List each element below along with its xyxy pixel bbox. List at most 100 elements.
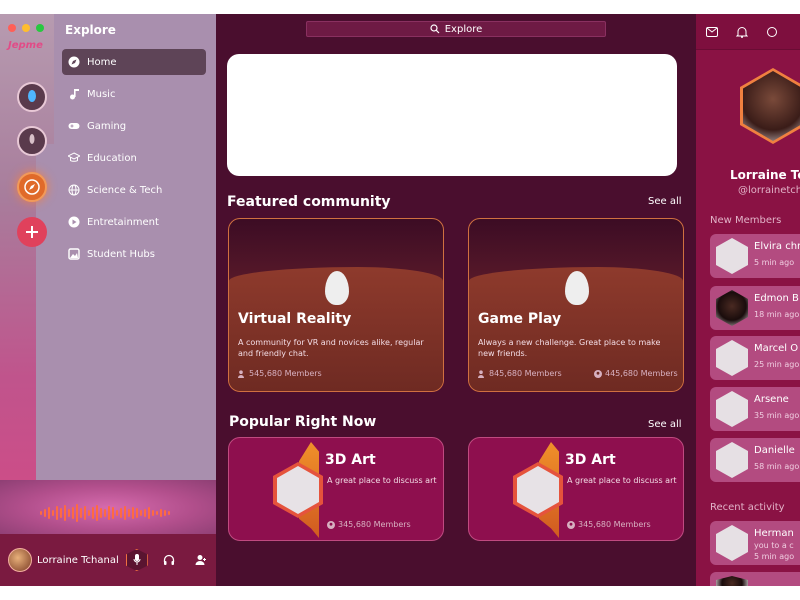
profile-handle: @lorrainetcha bbox=[738, 185, 800, 196]
waveform-bar bbox=[128, 509, 130, 517]
headphones-button[interactable] bbox=[158, 549, 180, 571]
server-avatar-music[interactable] bbox=[17, 82, 47, 112]
popular-card-3d-art-2[interactable]: 3D Art A great place to discuss art 345,… bbox=[468, 437, 684, 541]
user-bar: Lorraine Tchanal bbox=[0, 534, 216, 586]
popular-section-title: Popular Right Now bbox=[229, 414, 377, 430]
waveform-bar bbox=[56, 506, 58, 520]
avatar[interactable] bbox=[8, 548, 32, 572]
waveform-bar bbox=[80, 508, 82, 518]
card-title: Game Play bbox=[478, 311, 562, 327]
member-time: 5 min ago bbox=[754, 258, 795, 267]
popular-card-3d-art[interactable]: 3D Art A great place to discuss art 345,… bbox=[228, 437, 444, 541]
add-server-button[interactable] bbox=[17, 217, 47, 247]
sidebar-item-student-hubs[interactable]: Student Hubs bbox=[62, 241, 206, 267]
waveform-bar bbox=[88, 510, 90, 516]
search-placeholder: Explore bbox=[444, 23, 483, 35]
sidebar-item-label: Education bbox=[87, 152, 137, 164]
waveform-bar bbox=[60, 508, 62, 518]
member-avatar bbox=[716, 238, 748, 274]
user-settings-button[interactable] bbox=[190, 549, 212, 571]
waveform-bar bbox=[84, 506, 86, 520]
card-title: Virtual Reality bbox=[238, 311, 352, 327]
waveform-bar bbox=[132, 507, 134, 519]
member-name: Arsene bbox=[754, 394, 789, 405]
card-description: A great place to discuss art bbox=[327, 476, 437, 485]
search-bar[interactable]: Explore bbox=[306, 21, 606, 37]
member-avatar bbox=[716, 442, 748, 478]
waveform-bar bbox=[40, 511, 42, 515]
waveform-bar bbox=[136, 508, 138, 518]
close-window-button[interactable] bbox=[8, 24, 16, 32]
waveform-bar bbox=[152, 510, 154, 516]
profile-avatar[interactable] bbox=[740, 68, 800, 144]
voice-activity-panel bbox=[0, 480, 216, 536]
sidebar-item-science-tech[interactable]: Science & Tech bbox=[62, 177, 206, 203]
microphone-icon bbox=[28, 90, 36, 102]
member-time: 35 min ago bbox=[754, 411, 800, 420]
waveform-bar bbox=[76, 504, 78, 522]
sidebar-item-gaming[interactable]: Gaming bbox=[62, 113, 206, 139]
sidebar-nav: Home Music Gaming Education Science & Te… bbox=[54, 49, 216, 267]
explore-rail-button[interactable] bbox=[17, 172, 47, 202]
member-time: 58 min ago bbox=[754, 462, 800, 471]
community-card-virtual-reality[interactable]: Virtual Reality A community for VR and n… bbox=[228, 218, 444, 392]
online-count: 445,680 Members bbox=[594, 369, 678, 378]
activity-item[interactable] bbox=[710, 572, 800, 586]
waveform-bar bbox=[124, 506, 126, 520]
member-item[interactable]: Danielle 58 min ago bbox=[710, 438, 800, 482]
hero-banner[interactable] bbox=[227, 54, 677, 176]
community-card-game-play[interactable]: Game Play Always a new challenge. Great … bbox=[468, 218, 684, 392]
member-item[interactable]: Edmon B 18 min ago bbox=[710, 286, 800, 330]
waveform-bar bbox=[160, 509, 162, 517]
profile-panel: Lorraine Tch @lorrainetcha New Members E… bbox=[696, 14, 800, 586]
member-name: Edmon B bbox=[754, 293, 799, 304]
activity-name: Herman bbox=[754, 528, 794, 539]
bell-icon[interactable] bbox=[736, 26, 748, 38]
user-circle-icon bbox=[567, 520, 575, 529]
minimize-window-button[interactable] bbox=[22, 24, 30, 32]
featured-see-all-link[interactable]: See all bbox=[648, 196, 682, 207]
image-icon bbox=[68, 248, 80, 260]
game-controller-icon bbox=[565, 271, 589, 305]
member-name: Elvira chr bbox=[754, 241, 800, 252]
recent-activity-title: Recent activity bbox=[710, 502, 785, 513]
vr-headset-icon bbox=[325, 271, 349, 305]
card-description: Always a new challenge. Great place to m… bbox=[478, 338, 661, 358]
member-name: Marcel O bbox=[754, 343, 799, 354]
member-item[interactable]: Arsene 35 min ago bbox=[710, 387, 800, 431]
sidebar-item-music[interactable]: Music bbox=[62, 81, 206, 107]
server-avatar-podcast[interactable] bbox=[17, 126, 47, 156]
microphone-button[interactable] bbox=[125, 549, 148, 571]
member-time: 18 min ago bbox=[754, 310, 800, 319]
member-item[interactable]: Marcel O 25 min ago bbox=[710, 336, 800, 380]
member-count: 845,680 Members bbox=[478, 369, 562, 378]
sidebar-item-entertainment[interactable]: Entretainment bbox=[62, 209, 206, 235]
microphone-icon bbox=[29, 134, 35, 144]
waveform-bar bbox=[68, 509, 70, 517]
sidebar-item-education[interactable]: Education bbox=[62, 145, 206, 171]
member-item[interactable]: Elvira chr 5 min ago bbox=[710, 234, 800, 278]
waveform-bar bbox=[44, 509, 46, 517]
sidebar-item-label: Gaming bbox=[87, 120, 127, 132]
waveform-bar bbox=[144, 509, 146, 517]
member-count: 545,680 Members bbox=[238, 369, 322, 378]
music-note-icon bbox=[68, 88, 80, 100]
member-avatar bbox=[716, 290, 748, 326]
app-window: Jepme Explore Home Music Gaming Educatio… bbox=[0, 14, 800, 586]
popular-see-all-link[interactable]: See all bbox=[648, 419, 682, 430]
gamepad-icon bbox=[68, 120, 80, 132]
waveform-bar bbox=[48, 507, 50, 519]
waveform-bar bbox=[92, 507, 94, 519]
waveform-bar bbox=[112, 507, 114, 519]
sidebar-item-home[interactable]: Home bbox=[62, 49, 206, 75]
mail-icon[interactable] bbox=[706, 26, 718, 37]
waveform-bar bbox=[72, 507, 74, 519]
main-content: Explore Featured community See all Virtu… bbox=[216, 14, 696, 586]
app-logo: Jepme bbox=[8, 40, 43, 51]
waveform-bar bbox=[168, 511, 170, 515]
settings-icon[interactable] bbox=[766, 26, 778, 38]
card-title: 3D Art bbox=[565, 452, 616, 468]
featured-section-title: Featured community bbox=[227, 194, 391, 210]
maximize-window-button[interactable] bbox=[36, 24, 44, 32]
activity-item[interactable]: Herman you to a c 5 min ago bbox=[710, 521, 800, 565]
